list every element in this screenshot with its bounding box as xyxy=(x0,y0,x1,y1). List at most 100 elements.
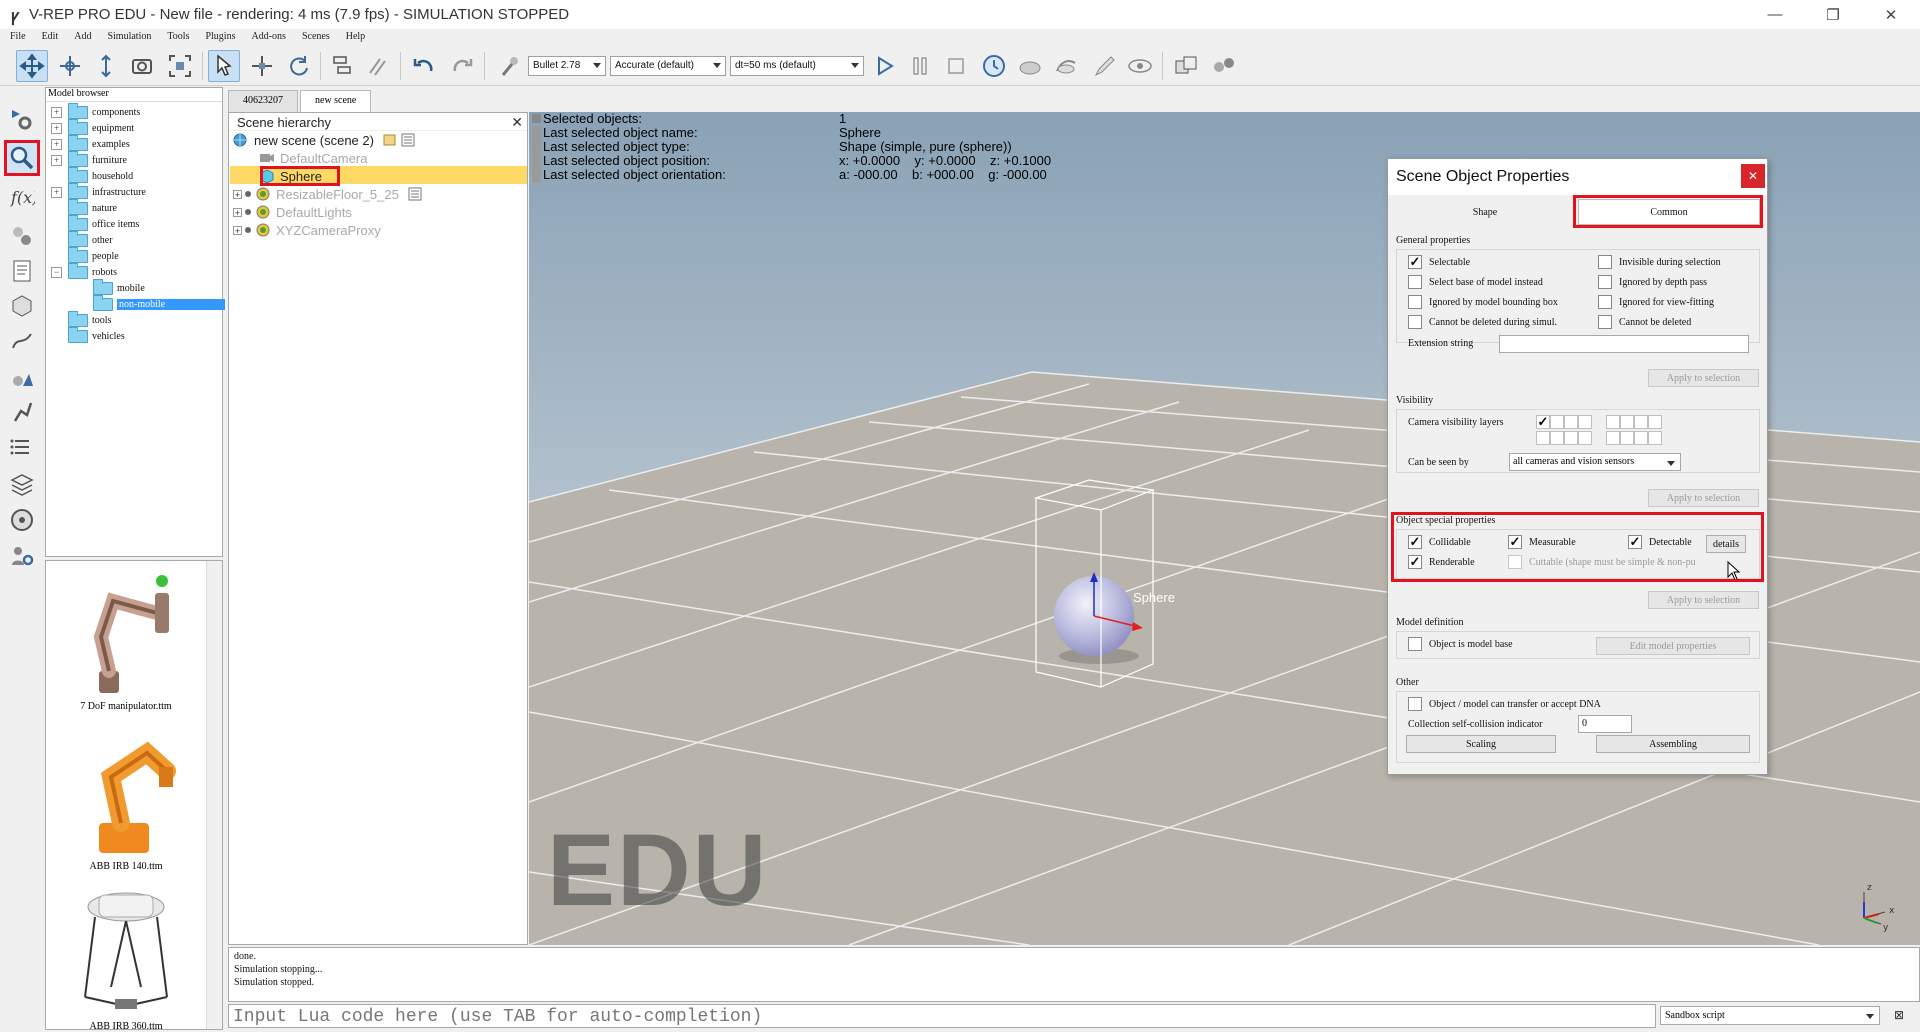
hierarchy-item-lights[interactable]: + DefaultLights xyxy=(233,203,352,221)
model-folder-row[interactable]: + components xyxy=(51,102,140,120)
layer-checkbox[interactable] xyxy=(1634,431,1648,445)
model-thumbnail[interactable]: 7 DoF manipulator.ttm xyxy=(56,567,196,712)
scripts-icon[interactable] xyxy=(6,255,38,287)
layer-checkbox[interactable] xyxy=(1564,431,1578,445)
layers-icon[interactable] xyxy=(6,468,38,500)
close-window-button[interactable]: ✕ xyxy=(1862,0,1920,29)
camera-pan-icon[interactable] xyxy=(16,50,48,82)
layer-checkbox[interactable] xyxy=(1564,415,1578,429)
dynamics-engine-icon[interactable] xyxy=(494,50,526,82)
hierarchy-item-cameraproxy[interactable]: + XYZCameraProxy xyxy=(233,221,381,239)
menu-edit[interactable]: Edit xyxy=(32,29,65,45)
speed-up-icon[interactable] xyxy=(1050,50,1082,82)
menu-add[interactable]: Add xyxy=(64,29,97,45)
layer-checkbox[interactable] xyxy=(1648,415,1662,429)
scene-root-row[interactable]: new scene (scene 2) xyxy=(233,131,416,149)
object-list-icon[interactable] xyxy=(6,432,38,464)
model-folder-row[interactable]: office items xyxy=(51,214,139,232)
menu-simulation[interactable]: Simulation xyxy=(97,29,157,45)
simulation-settings-icon[interactable] xyxy=(6,103,38,135)
undo-icon[interactable] xyxy=(408,50,440,82)
tab-shape[interactable]: Shape xyxy=(1392,199,1578,225)
apply-visibility-button[interactable]: Apply to selection xyxy=(1648,489,1759,507)
scene-switch-icon[interactable] xyxy=(1170,50,1202,82)
user-settings-icon[interactable] xyxy=(6,540,38,572)
model-folder-row[interactable]: + examples xyxy=(51,134,130,152)
tab-scene-2[interactable]: new scene xyxy=(300,90,372,112)
model-folder-row[interactable]: + equipment xyxy=(51,118,134,136)
collision-indicator-input[interactable]: 0 xyxy=(1578,715,1632,733)
close-hierarchy-icon[interactable]: ✕ xyxy=(511,114,523,131)
apply-special-button[interactable]: Apply to selection xyxy=(1648,591,1759,609)
dna-checkbox[interactable]: Object / model can transfer or accept DN… xyxy=(1408,697,1601,711)
pause-icon[interactable] xyxy=(904,50,936,82)
layer-checkbox[interactable]: ✓ xyxy=(1536,415,1550,429)
transfer-dna-icon[interactable] xyxy=(362,50,394,82)
timestep-select[interactable]: dt=50 ms (default) xyxy=(730,56,864,76)
layer-checkbox[interactable] xyxy=(1620,431,1634,445)
camera-rotate-icon[interactable] xyxy=(54,50,86,82)
accuracy-select[interactable]: Accurate (default) xyxy=(610,56,726,76)
model-folder-row[interactable]: + infrastructure xyxy=(51,182,146,200)
stop-icon[interactable] xyxy=(940,50,972,82)
assemble-icon[interactable] xyxy=(326,50,358,82)
collections-icon[interactable] xyxy=(6,220,38,252)
object-shift-icon[interactable] xyxy=(246,50,278,82)
calculation-modules-icon[interactable]: f(x) xyxy=(6,181,38,213)
menu-plugins[interactable]: Plugins xyxy=(195,29,241,45)
path-edit-icon[interactable] xyxy=(6,325,38,357)
menu-addons[interactable]: Add-ons xyxy=(241,29,291,45)
layer-checkbox[interactable] xyxy=(1578,415,1592,429)
model-folder-row[interactable]: other xyxy=(51,230,113,248)
slow-down-icon[interactable] xyxy=(1014,50,1046,82)
thumbnail-scrollbar[interactable] xyxy=(206,561,222,1029)
model-folder-row[interactable]: vehicles xyxy=(51,326,125,344)
layer-checkbox[interactable] xyxy=(1606,431,1620,445)
hierarchy-item-floor[interactable]: + ResizableFloor_5_25 xyxy=(233,185,423,203)
hierarchy-item-defaultcamera[interactable]: DefaultCamera xyxy=(259,149,367,167)
visualization-icon[interactable] xyxy=(1124,50,1156,82)
model-folder-row-selected[interactable]: non-mobile xyxy=(76,294,226,312)
layer-checkbox[interactable] xyxy=(1536,431,1550,445)
select-base-checkbox[interactable]: Select base of model instead xyxy=(1408,275,1543,289)
menu-scenes[interactable]: Scenes xyxy=(292,29,336,45)
edit-model-properties-button[interactable]: Edit model properties xyxy=(1596,637,1750,655)
realtime-icon[interactable] xyxy=(978,50,1010,82)
video-recorder-icon[interactable] xyxy=(6,504,38,536)
layer-checkbox[interactable] xyxy=(1634,415,1648,429)
layer-checkbox[interactable] xyxy=(1648,431,1662,445)
selectable-checkbox[interactable]: ✓ Selectable xyxy=(1408,255,1470,269)
apply-general-button[interactable]: Apply to selection xyxy=(1648,369,1759,387)
model-thumbnail[interactable]: ABB IRB 140.ttm xyxy=(56,727,196,872)
play-icon[interactable] xyxy=(868,50,900,82)
close-console-icon[interactable]: ⊠ xyxy=(1894,1008,1904,1022)
model-folder-row[interactable]: nature xyxy=(51,198,117,216)
camera-shift-icon[interactable] xyxy=(90,50,122,82)
cannot-delete-sim-checkbox[interactable]: Cannot be deleted during simul. xyxy=(1408,315,1557,329)
thread-rendering-icon[interactable] xyxy=(1088,50,1120,82)
ignored-bbox-checkbox[interactable]: Ignored by model bounding box xyxy=(1408,295,1558,309)
model-folder-row[interactable]: − robots xyxy=(51,262,117,280)
tab-scene-1[interactable]: 40623207 xyxy=(228,90,298,112)
maximize-button[interactable]: ❐ xyxy=(1804,0,1862,29)
model-browser-search-icon[interactable] xyxy=(4,140,40,176)
menu-file[interactable]: File xyxy=(0,29,32,45)
shape-edit-icon[interactable] xyxy=(6,290,38,322)
assembling-button[interactable]: Assembling xyxy=(1596,735,1750,753)
click-select-icon[interactable] xyxy=(208,50,240,82)
ignored-view-checkbox[interactable]: Ignored for view-fitting xyxy=(1598,295,1714,309)
model-base-checkbox[interactable]: Object is model base xyxy=(1408,637,1513,651)
ik-icon[interactable] xyxy=(6,396,38,428)
invisible-selection-checkbox[interactable]: Invisible during selection xyxy=(1598,255,1721,269)
layer-checkbox[interactable] xyxy=(1578,431,1592,445)
fit-view-icon[interactable] xyxy=(164,50,196,82)
info-toggle-icon[interactable] xyxy=(532,114,541,123)
redo-icon[interactable] xyxy=(446,50,478,82)
menu-tools[interactable]: Tools xyxy=(157,29,195,45)
model-folder-row[interactable]: household xyxy=(51,166,133,184)
model-folder-row[interactable]: tools xyxy=(51,310,111,328)
cannot-delete-checkbox[interactable]: Cannot be deleted xyxy=(1598,315,1691,329)
ignored-depth-checkbox[interactable]: Ignored by depth pass xyxy=(1598,275,1707,289)
object-rotate-icon[interactable] xyxy=(282,50,314,82)
model-thumbnail[interactable]: ABB IRB 360.ttm xyxy=(56,887,196,1032)
